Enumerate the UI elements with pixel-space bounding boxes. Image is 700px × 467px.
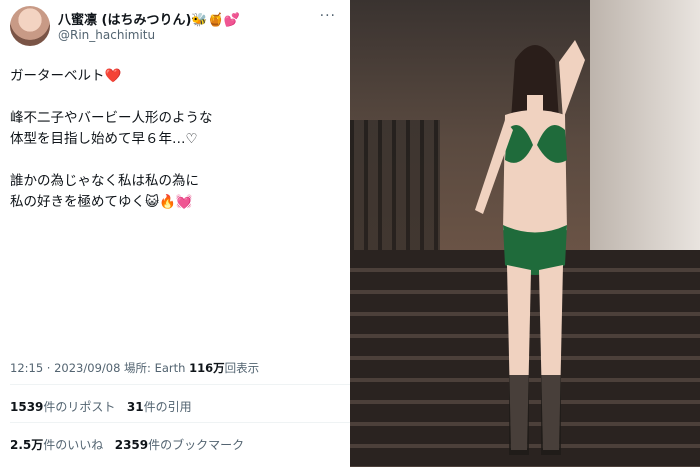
bookmarks-label[interactable]: 件のブックマーク xyxy=(148,438,244,452)
timestamp[interactable]: 12:15 · 2023/09/08 xyxy=(10,361,120,375)
tweet-text: ガーターベルト❤️ 峰不二子やバービー人形のような 体型を目指し始めて早６年…♡… xyxy=(10,66,340,213)
model-figure xyxy=(475,40,585,455)
retweets-count[interactable]: 1539 xyxy=(10,400,43,414)
tweet-meta: 12:15 · 2023/09/08 場所: Earth 116万回表示 xyxy=(10,360,259,376)
tweet-screenshot: 八蜜凛 (はちみつりん)🐝🍯💕 @Rin_hachimitu ··· ガーターベ… xyxy=(0,0,700,467)
tweet-line: ガーターベルト❤️ xyxy=(10,68,122,84)
likes-count[interactable]: 2.5万 xyxy=(10,438,43,452)
user-handle[interactable]: @Rin_hachimitu xyxy=(58,28,155,42)
views-count: 116万 xyxy=(189,361,225,375)
tweet-card: 八蜜凛 (はちみつりん)🐝🍯💕 @Rin_hachimitu ··· ガーターベ… xyxy=(0,0,350,467)
avatar[interactable] xyxy=(10,6,50,46)
divider xyxy=(10,384,350,385)
divider xyxy=(10,422,350,423)
quotes-label[interactable]: 件の引用 xyxy=(144,400,192,414)
likes-label[interactable]: 件のいいね xyxy=(43,438,103,452)
more-icon[interactable]: ··· xyxy=(320,8,336,24)
tweet-line: 体型を目指し始めて早６年…♡ xyxy=(10,131,198,147)
repost-stats: 1539件のリポスト 31件の引用 xyxy=(10,398,192,415)
tweet-photo[interactable] xyxy=(350,0,700,467)
quotes-count[interactable]: 31 xyxy=(127,400,144,414)
views-label: 回表示 xyxy=(224,361,260,375)
tweet-line: 私の好きを極めてゆく😺🔥💓 xyxy=(10,194,193,210)
like-stats: 2.5万件のいいね 2359件のブックマーク xyxy=(10,436,244,453)
tweet-header: 八蜜凛 (はちみつりん)🐝🍯💕 @Rin_hachimitu ··· xyxy=(10,6,340,46)
display-name[interactable]: 八蜜凛 (はちみつりん)🐝🍯💕 xyxy=(58,9,240,28)
location: 場所: Earth xyxy=(124,361,186,375)
tweet-line: 誰かの為じゃなく私は私の為に xyxy=(10,173,199,189)
retweets-label[interactable]: 件のリポスト xyxy=(43,400,115,414)
tweet-line: 峰不二子やバービー人形のような xyxy=(10,110,213,126)
bookmarks-count[interactable]: 2359 xyxy=(115,438,148,452)
